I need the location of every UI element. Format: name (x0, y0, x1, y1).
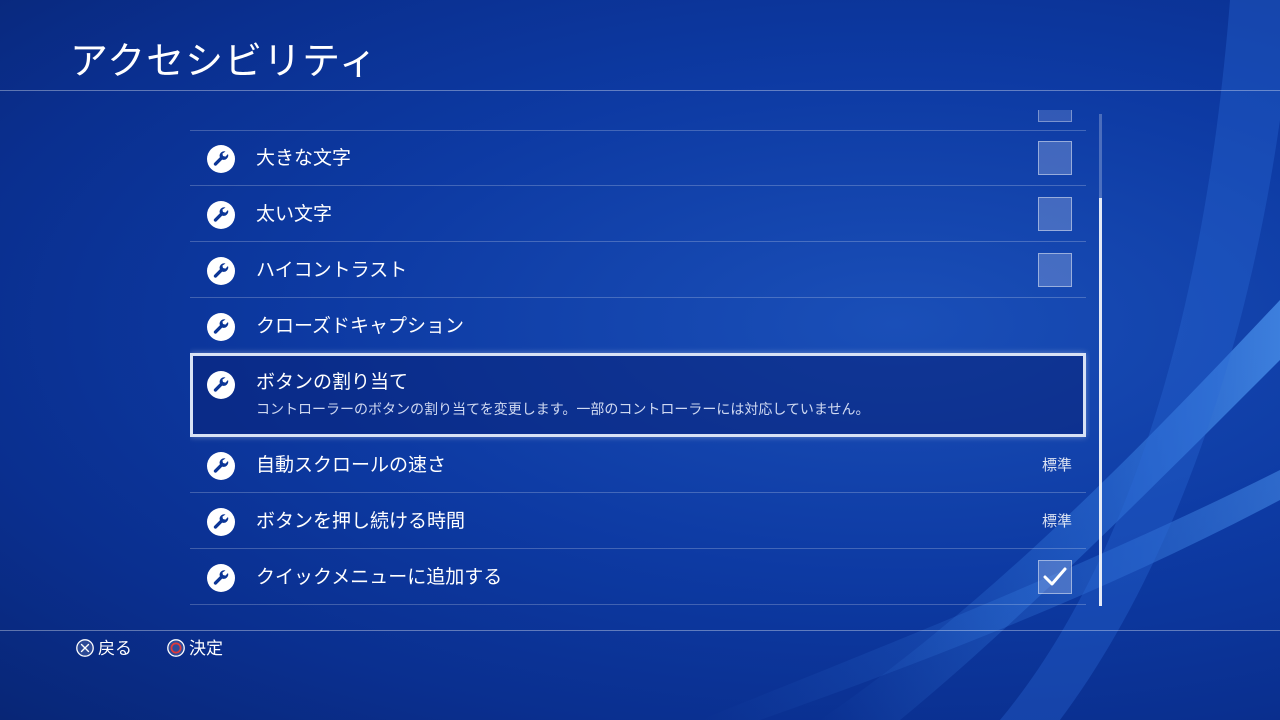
setting-label: ハイコントラスト (256, 259, 408, 281)
back-label: 戻る (98, 639, 132, 659)
setting-label: ボタンを押し続ける時間 (256, 510, 466, 532)
setting-label: 太い文字 (256, 203, 333, 225)
setting-label: 自動スクロールの速さ (256, 454, 447, 476)
partial-row-above (190, 110, 1086, 131)
partial-checkbox (1038, 110, 1072, 122)
header-divider (0, 90, 1280, 91)
setting-row-high-contrast[interactable]: ハイコントラスト (190, 243, 1086, 298)
setting-label: ボタンの割り当て (256, 371, 409, 393)
back-button[interactable]: 戻る (76, 637, 132, 661)
setting-row-press-and-hold-delay[interactable]: ボタンを押し続ける時間 標準 (190, 494, 1086, 549)
setting-row-auto-scroll-speed[interactable]: 自動スクロールの速さ 標準 (190, 438, 1086, 493)
setting-value: 標準 (1041, 456, 1072, 474)
quick-menu-checkbox[interactable] (1038, 560, 1072, 594)
setting-row-bold-text[interactable]: 太い文字 (190, 187, 1086, 242)
checkmark-icon (1043, 567, 1067, 586)
setting-row-closed-captions[interactable]: クローズドキャプション (190, 299, 1086, 354)
footer-divider (0, 630, 1280, 631)
setting-label: 大きな文字 (256, 147, 352, 169)
wrench-icon (207, 201, 235, 229)
large-text-checkbox[interactable] (1038, 141, 1072, 175)
setting-label: クローズドキャプション (256, 315, 465, 337)
bold-text-checkbox[interactable] (1038, 197, 1072, 231)
setting-row-add-to-quick-menu[interactable]: クイックメニューに追加する (190, 550, 1086, 605)
confirm-button[interactable]: 決定 (167, 637, 223, 661)
setting-label: クイックメニューに追加する (256, 566, 503, 588)
wrench-icon (207, 313, 235, 341)
setting-value: 標準 (1041, 512, 1072, 530)
circle-button-icon (167, 639, 185, 657)
wrench-icon (207, 257, 235, 285)
setting-row-button-assignments[interactable]: ボタンの割り当て コントローラーのボタンの割り当てを変更します。一部のコントロー… (190, 353, 1086, 437)
high-contrast-checkbox[interactable] (1038, 253, 1072, 287)
wrench-icon (207, 564, 235, 592)
wrench-icon (207, 508, 235, 536)
setting-row-large-text[interactable]: 大きな文字 (190, 131, 1086, 186)
cross-button-icon (76, 639, 94, 657)
scrollbar-thumb[interactable] (1099, 198, 1102, 606)
page-title: アクセシビリティ (70, 39, 378, 83)
wrench-icon (207, 371, 235, 399)
settings-list[interactable]: 大きな文字 太い文字 ハイコントラスト クローズドキャプション ボタンの割り当て (190, 110, 1090, 610)
wrench-icon (207, 145, 235, 173)
confirm-label: 決定 (189, 639, 223, 659)
setting-description: コントローラーのボタンの割り当てを変更します。一部のコントローラーには対応してい… (256, 402, 870, 418)
wrench-icon (207, 452, 235, 480)
scrollbar[interactable] (1099, 114, 1102, 606)
